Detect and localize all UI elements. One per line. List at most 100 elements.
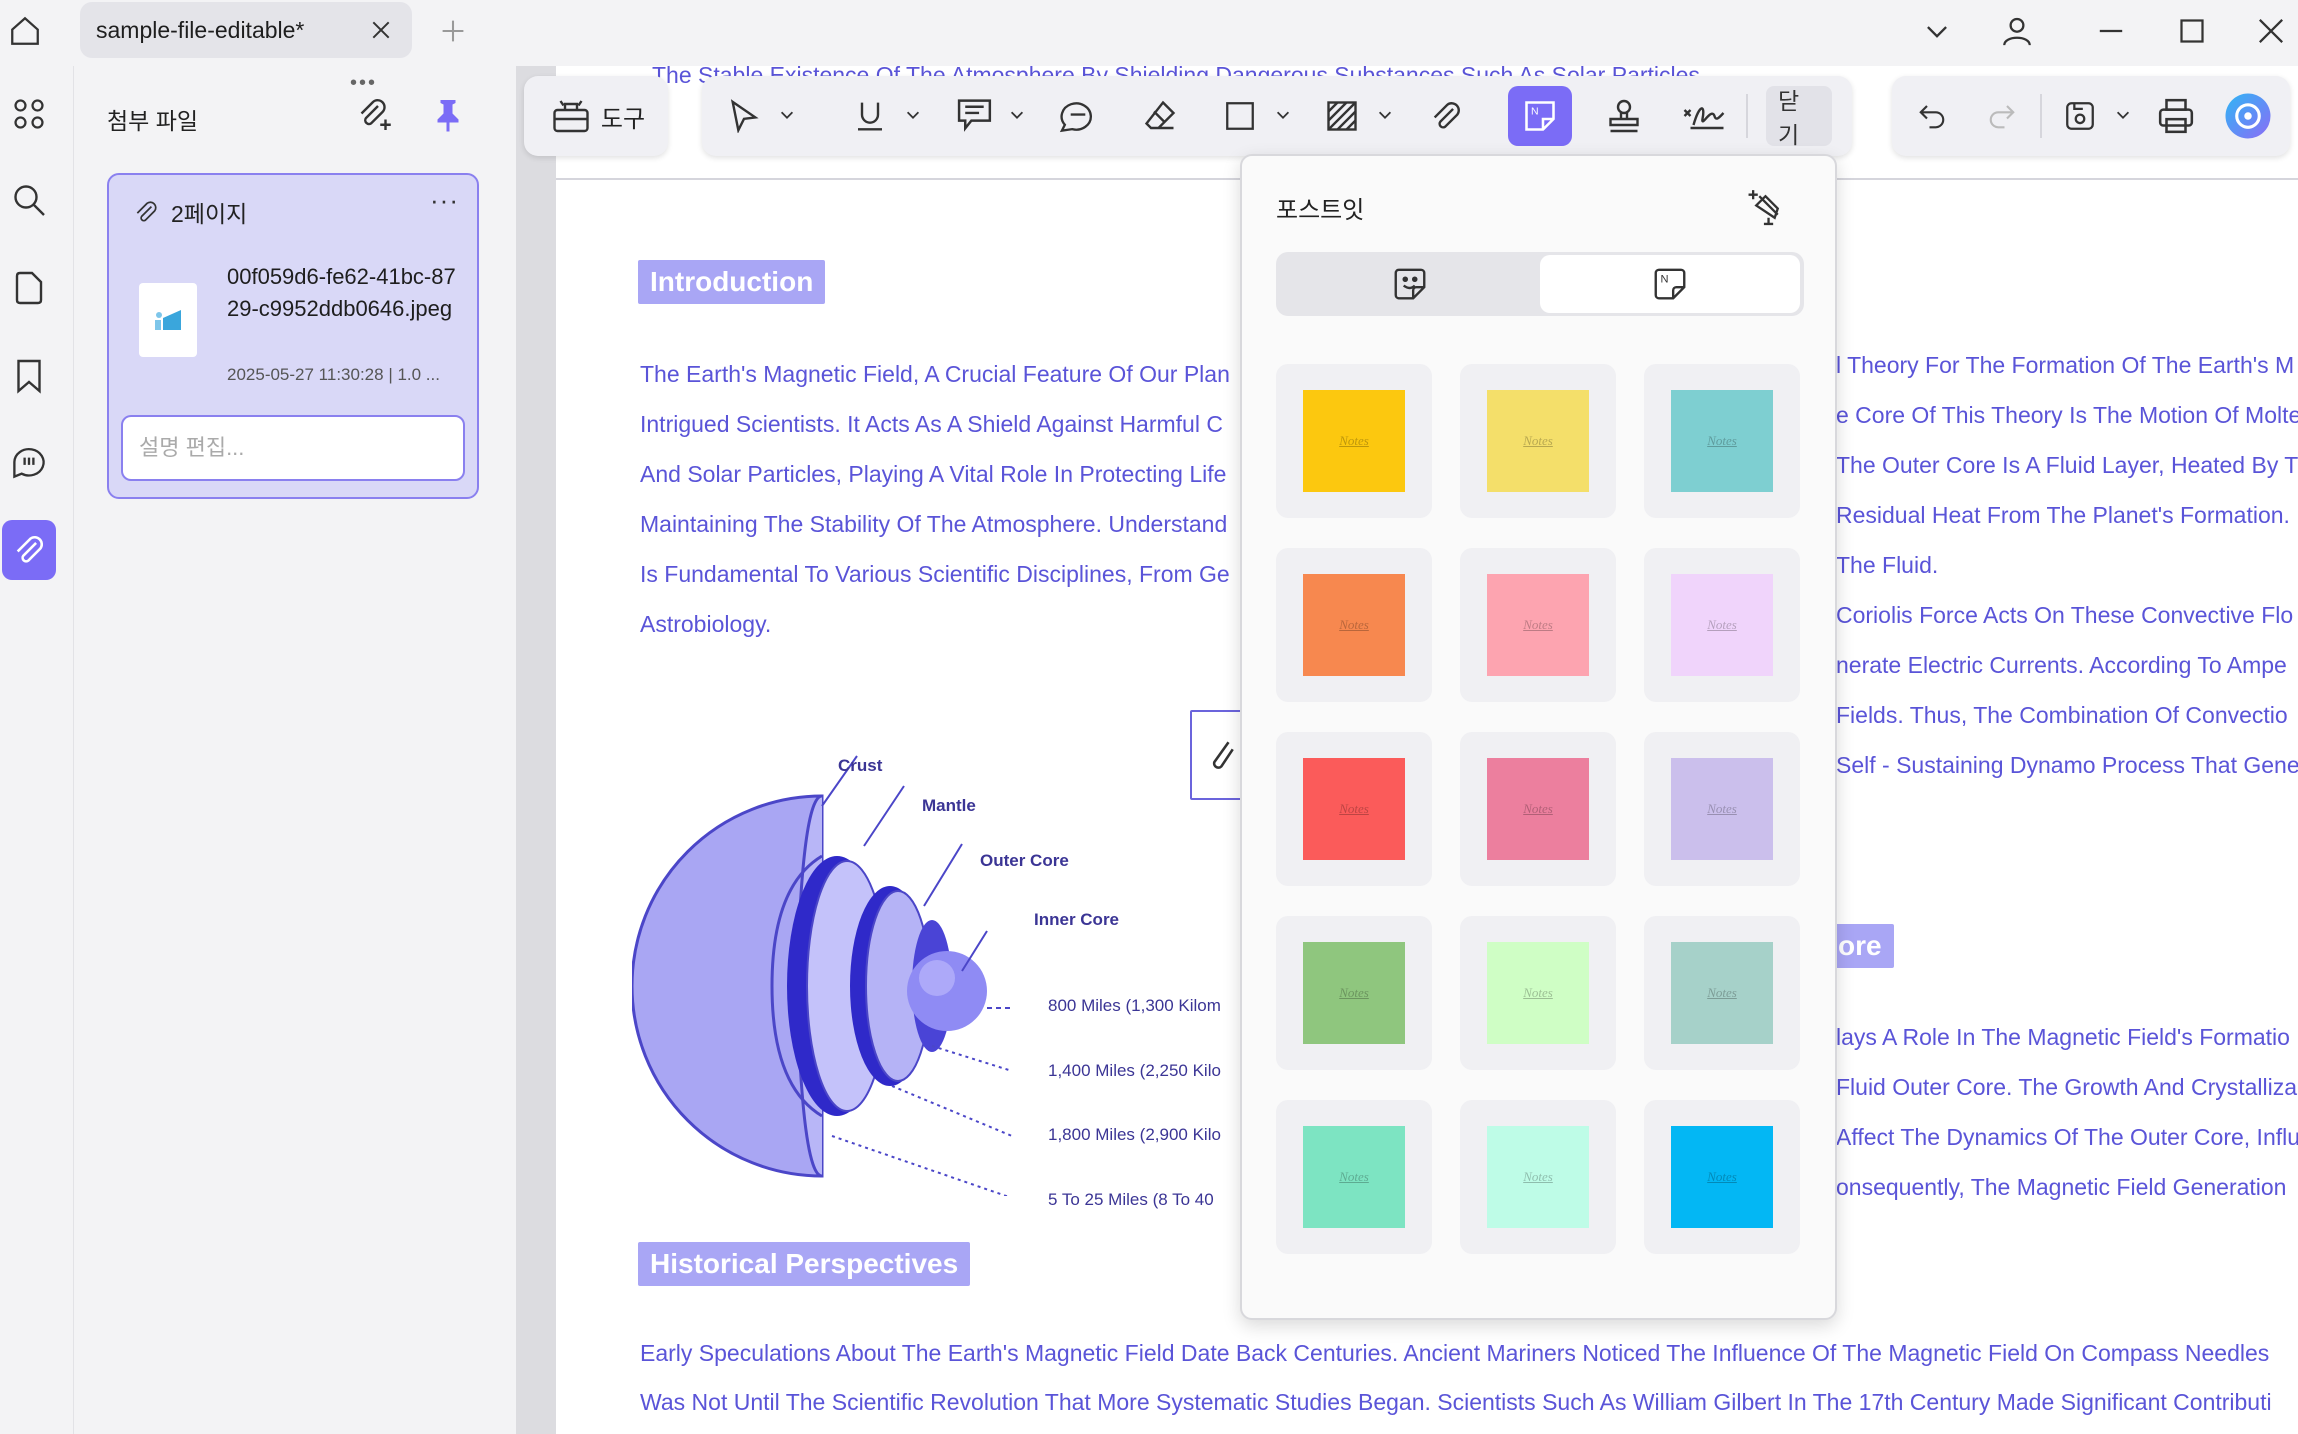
print-icon[interactable] <box>2148 86 2204 146</box>
more-options-icon[interactable]: ··· <box>430 185 459 216</box>
page-icon[interactable] <box>2 258 56 318</box>
intro-line: Astrobiology. <box>640 611 772 637</box>
right-line: Affect The Dynamics Of The Outer Core, I… <box>1836 1124 2298 1150</box>
title-bar: sample-file-editable* <box>0 0 2298 66</box>
intro-line: Intrigued Scientists. It Acts As A Shiel… <box>640 411 1223 437</box>
note-tool[interactable] <box>1050 86 1106 146</box>
account-icon[interactable] <box>1992 6 2042 56</box>
attachment-icon[interactable] <box>2 520 56 580</box>
chat-bubble-icon <box>1059 102 1093 133</box>
eraser-tool[interactable] <box>1132 86 1188 146</box>
right-line: Coriolis Force Acts On These Convective … <box>1836 602 2294 628</box>
panel-title: 첨부 파일 <box>107 108 199 134</box>
underline-tool[interactable] <box>842 86 898 146</box>
chevron-down-icon[interactable] <box>2114 106 2132 124</box>
note-swatch-text: Notes <box>1339 985 1369 1000</box>
tab-close-icon[interactable] <box>358 7 404 53</box>
minimize-icon[interactable] <box>2086 6 2136 56</box>
hatch-fill-icon <box>1327 101 1357 131</box>
sticky-note-tab[interactable]: N <box>1540 255 1800 313</box>
undo-icon[interactable] <box>1904 86 1960 146</box>
redo-icon[interactable] <box>1974 86 2030 146</box>
sticky-note-option[interactable]: Notes <box>1460 1100 1616 1254</box>
chevron-down-icon[interactable] <box>1912 6 1962 56</box>
search-icon[interactable] <box>2 170 56 230</box>
chevron-down-icon[interactable] <box>1274 106 1292 124</box>
right-line: The Fluid. <box>1836 552 1939 578</box>
note-swatch: Notes <box>1303 390 1405 492</box>
sticky-note-option[interactable]: Notes <box>1460 548 1616 702</box>
right-line: e Core Of This Theory Is The Motion Of M… <box>1836 402 2298 428</box>
introduction-heading: Introduction <box>638 260 826 304</box>
note-swatch: Notes <box>1303 758 1405 860</box>
signature-tool[interactable] <box>1674 86 1734 146</box>
area-highlight-tool[interactable] <box>1314 86 1370 146</box>
close-toolbar-button[interactable]: 닫기 <box>1766 86 1832 148</box>
add-attachment-icon[interactable] <box>350 90 400 140</box>
chevron-down-icon[interactable] <box>904 106 922 124</box>
new-tab-icon[interactable] <box>430 8 476 54</box>
sticky-note-option[interactable]: Notes <box>1644 364 1800 518</box>
pin-icon[interactable] <box>423 90 473 140</box>
mantle-label: Mantle <box>922 796 976 815</box>
sticky-note-option[interactable]: Notes <box>1644 916 1800 1070</box>
attachment-card[interactable]: 2페이지 ··· 00f059d6-fe62-41bc-8729-c9952dd… <box>107 173 479 499</box>
shape-tool[interactable] <box>1212 86 1268 146</box>
tools-button[interactable]: 도구 <box>538 86 658 146</box>
right-line: l Theory For The Formation Of The Earth'… <box>1836 352 2295 378</box>
sticky-note-option[interactable]: Notes <box>1460 916 1616 1070</box>
add-pin-icon[interactable] <box>1742 182 1792 232</box>
maximize-icon[interactable] <box>2167 6 2217 56</box>
note-swatch-text: Notes <box>1523 801 1553 816</box>
intro-line: Maintaining The Stability Of The Atmosph… <box>640 511 1228 537</box>
sticky-note-option[interactable]: Notes <box>1644 548 1800 702</box>
select-tool[interactable] <box>716 86 772 146</box>
description-input[interactable] <box>121 415 465 481</box>
image-file-icon <box>139 283 197 357</box>
comments-icon[interactable] <box>2 432 56 492</box>
note-swatch-text: Notes <box>1707 1169 1737 1184</box>
right-line: The Outer Core Is A Fluid Layer, Heated … <box>1836 452 2298 478</box>
depth-label: 1,800 Miles (2,900 Kilo <box>1048 1125 1221 1144</box>
annotation-toolbar: N 닫기 <box>702 76 1852 156</box>
chevron-down-icon[interactable] <box>1008 106 1026 124</box>
close-window-icon[interactable] <box>2246 6 2296 56</box>
note-swatch-text: Notes <box>1707 433 1737 448</box>
comment-tool[interactable] <box>946 86 1006 146</box>
sticky-note-option[interactable]: Notes <box>1644 1100 1800 1254</box>
chevron-down-icon[interactable] <box>778 106 796 124</box>
thumbnails-icon[interactable] <box>2 84 56 144</box>
intro-line: The Earth's Magnetic Field, A Crucial Fe… <box>640 361 1230 387</box>
save-icon[interactable] <box>2052 86 2108 146</box>
sticky-note-tool[interactable]: N <box>1508 86 1572 146</box>
sticky-note-option[interactable]: Notes <box>1276 364 1432 518</box>
sticky-note-option[interactable]: Notes <box>1460 364 1616 518</box>
sticky-note-icon: N <box>1654 268 1686 300</box>
sticky-note-option[interactable]: Notes <box>1460 732 1616 886</box>
attachment-file-meta: 2025-05-27 11:30:28 | 1.0 ... <box>227 365 440 384</box>
attachment-page-label: 2페이지 <box>171 201 248 227</box>
note-swatch: Notes <box>1303 942 1405 1044</box>
home-icon[interactable] <box>2 8 48 54</box>
svg-text:N: N <box>1531 106 1539 118</box>
rectangle-icon <box>1226 102 1254 130</box>
ai-assistant-icon[interactable] <box>2218 86 2278 146</box>
attach-file-tool[interactable] <box>1418 86 1474 146</box>
signature-icon <box>1683 107 1725 130</box>
document-tab[interactable]: sample-file-editable* <box>80 2 412 58</box>
stamp-tool[interactable] <box>1596 86 1652 146</box>
bookmark-icon[interactable] <box>2 346 56 406</box>
emoji-sticker-tab[interactable] <box>1280 255 1540 313</box>
sticky-note-option[interactable]: Notes <box>1276 732 1432 886</box>
sticky-note-option[interactable]: Notes <box>1276 548 1432 702</box>
cursor-icon <box>730 99 759 133</box>
note-swatch: Notes <box>1671 942 1773 1044</box>
right-line: nerate Electric Currents. According To A… <box>1836 652 2287 678</box>
sticky-note-option[interactable]: Notes <box>1276 1100 1432 1254</box>
chevron-down-icon[interactable] <box>1376 106 1394 124</box>
note-swatch: Notes <box>1671 574 1773 676</box>
document-gutter <box>516 66 556 1434</box>
sticky-note-option[interactable]: Notes <box>1644 732 1800 886</box>
depth-label: 5 To 25 Miles (8 To 40 <box>1048 1190 1214 1209</box>
sticky-note-option[interactable]: Notes <box>1276 916 1432 1070</box>
